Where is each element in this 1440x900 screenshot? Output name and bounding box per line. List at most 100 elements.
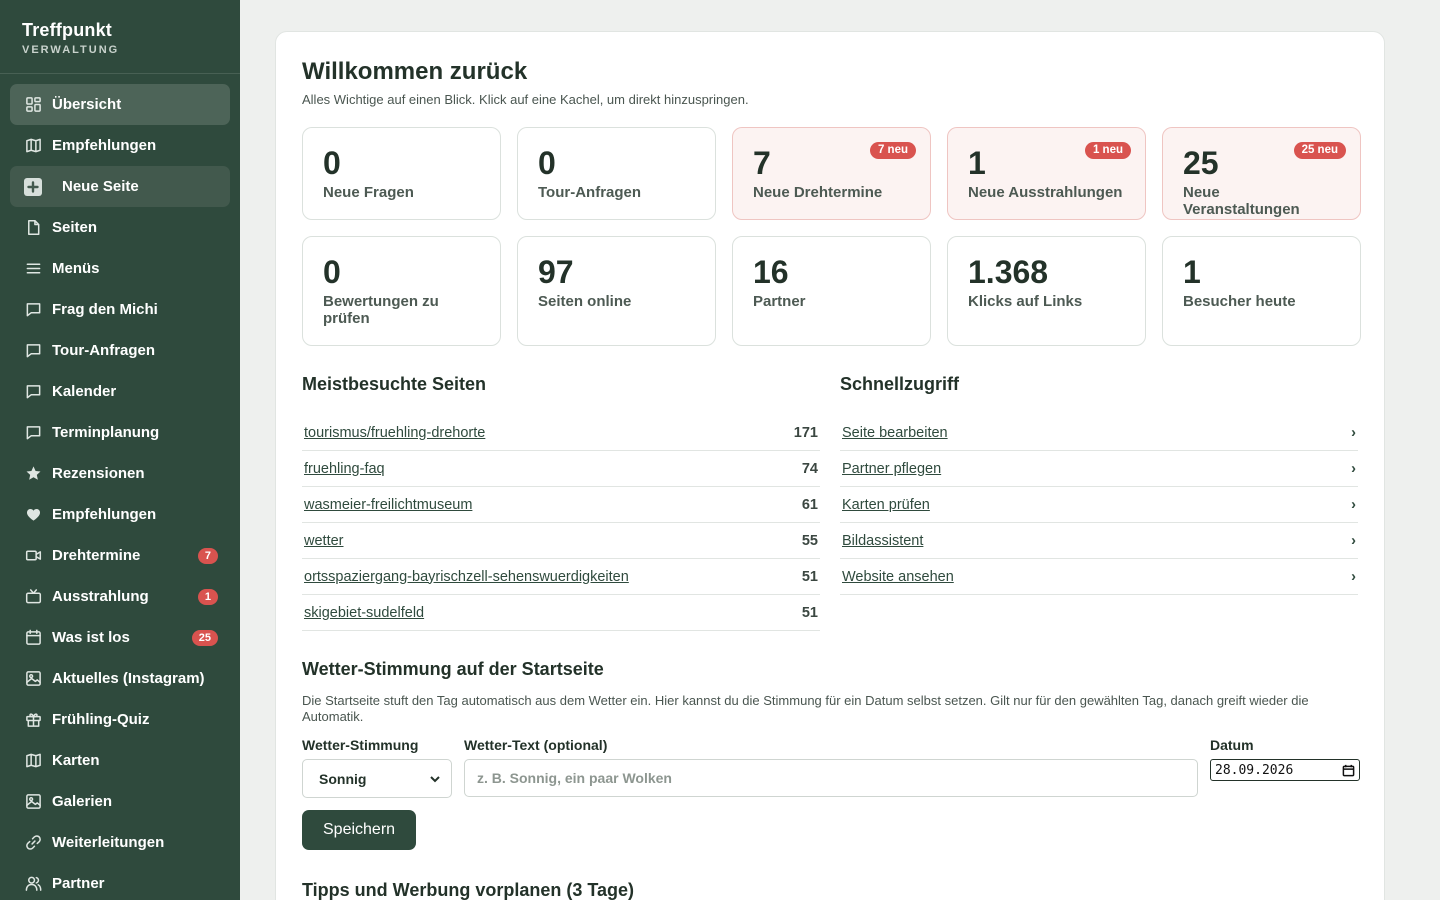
quick-access-row[interactable]: Partner pflegen › bbox=[840, 451, 1358, 487]
sidebar-item-label: Rezensionen bbox=[52, 465, 145, 482]
sidebar-item-frag-den-michi[interactable]: Frag den Michi bbox=[10, 289, 230, 330]
stat-tile-partner[interactable]: 16 Partner bbox=[732, 236, 931, 346]
sidebar-item-label: Kalender bbox=[52, 383, 117, 400]
top-page-link[interactable]: fruehling-faq bbox=[304, 461, 385, 477]
count-badge: 25 bbox=[191, 630, 218, 646]
sidebar-item-neue-seite[interactable]: Neue Seite bbox=[10, 166, 230, 207]
stat-value: 0 bbox=[323, 145, 341, 181]
top-page-link[interactable]: wetter bbox=[304, 533, 344, 549]
mood-label: Wetter-Stimmung bbox=[302, 737, 419, 753]
sidebar-item-galerien[interactable]: Galerien bbox=[10, 781, 230, 822]
sidebar-item-menus[interactable]: Menüs bbox=[10, 248, 230, 289]
chevron-right-icon: › bbox=[1351, 532, 1356, 549]
text-group: Wetter-Text (optional) z. B. Sonnig, ein… bbox=[464, 737, 1198, 797]
stat-tile-neue-drehtermine[interactable]: 7 Neue Drehtermine 7 neu bbox=[732, 127, 931, 220]
stat-label: Partner bbox=[753, 293, 806, 310]
stat-tile-tour-anfragen[interactable]: 0 Tour-Anfragen bbox=[517, 127, 716, 220]
tips-title: Tipps und Werbung vorplanen (3 Tage) bbox=[302, 880, 635, 900]
page-subtitle: Alles Wichtige auf einen Blick. Klick au… bbox=[302, 92, 749, 107]
brand-title: Treffpunkt bbox=[22, 20, 112, 40]
weather-title: Wetter-Stimmung auf der Startseite bbox=[302, 659, 604, 679]
top-page-row: ortsspaziergang-bayrischzell-sehenswuerd… bbox=[302, 559, 820, 595]
stat-tile-klicks-auf-links[interactable]: 1.368 Klicks auf Links bbox=[947, 236, 1146, 346]
sidebar-item-fruhling-quiz[interactable]: Frühling-Quiz bbox=[10, 699, 230, 740]
stat-label: Neue Ausstrahlungen bbox=[968, 184, 1123, 201]
stat-tile-neue-veranstaltungen[interactable]: 25 Neue Veranstaltungen 25 neu bbox=[1162, 127, 1361, 220]
save-button[interactable]: Speichern bbox=[302, 810, 417, 850]
top-page-link[interactable]: wasmeier-freilichtmuseum bbox=[304, 497, 472, 513]
sidebar-item-weiterleitungen[interactable]: Weiterleitungen bbox=[10, 822, 230, 863]
star-icon bbox=[24, 465, 42, 483]
weather-description: Die Startseite stuft den Tag automatisch… bbox=[302, 693, 1309, 724]
image-icon bbox=[24, 670, 42, 688]
quick-access-row[interactable]: Website ansehen › bbox=[840, 559, 1358, 595]
sidebar-item-tour-anfragen[interactable]: Tour-Anfragen bbox=[10, 330, 230, 371]
stat-tile-neue-fragen[interactable]: 0 Neue Fragen bbox=[302, 127, 501, 220]
top-page-row: tourismus/fruehling-drehorte 171 bbox=[302, 415, 820, 451]
quick-access-row[interactable]: Bildassistent › bbox=[840, 523, 1358, 559]
stat-value: 1.368 bbox=[968, 254, 1049, 290]
chevron-right-icon: › bbox=[1351, 496, 1356, 513]
date-group: Datum 28.09.2026 bbox=[1210, 737, 1360, 781]
stat-tiles: 0 Neue Fragen 0 Tour-Anfragen 7 Neue Drehterm… bbox=[302, 127, 1361, 346]
quick-access-link[interactable]: Karten prüfen bbox=[842, 497, 930, 513]
quick-access-row[interactable]: Seite bearbeiten › bbox=[840, 415, 1358, 451]
visit-count: 171 bbox=[793, 424, 818, 441]
stat-tile-neue-ausstrahlungen[interactable]: 1 Neue Ausstrahlungen 1 neu bbox=[947, 127, 1146, 220]
sidebar-item-drehtermine[interactable]: Drehtermine 7 bbox=[10, 535, 230, 576]
stat-label: Neue Veranstaltungen bbox=[1183, 184, 1300, 218]
sidebar-item-rezensionen[interactable]: Rezensionen bbox=[10, 453, 230, 494]
stat-tile-besucher-heute[interactable]: 1 Besucher heute bbox=[1162, 236, 1361, 346]
quick-access-link[interactable]: Partner pflegen bbox=[842, 461, 941, 477]
quick-access-link[interactable]: Seite bearbeiten bbox=[842, 425, 948, 441]
date-input[interactable]: 28.09.2026 bbox=[1210, 759, 1360, 781]
sidebar-item-label: Galerien bbox=[52, 793, 113, 810]
quick-access-list: Seite bearbeiten › Partner pflegen › Karten … bbox=[840, 415, 1358, 595]
page-icon bbox=[24, 219, 42, 237]
sidebar-item-label: Seiten bbox=[52, 219, 98, 236]
sidebar-item-was-ist-los[interactable]: Was ist los 25 bbox=[10, 617, 230, 658]
plus-icon bbox=[24, 177, 42, 196]
sidebar-item-karten[interactable]: Karten bbox=[10, 740, 230, 781]
sidebar-item-empfehlungen[interactable]: Empfehlungen bbox=[10, 125, 230, 166]
sidebar-item-empfehlungen[interactable]: Empfehlungen bbox=[10, 494, 230, 535]
calendar-icon bbox=[24, 629, 42, 647]
stat-tile-bewertungen-zu-prufen[interactable]: 0 Bewertungen zu prüfen bbox=[302, 236, 501, 346]
sidebar-item-label: Ausstrahlung bbox=[52, 588, 149, 605]
sidebar-item-partner[interactable]: Partner bbox=[10, 863, 230, 900]
sidebar-item-terminplanung[interactable]: Terminplanung bbox=[10, 412, 230, 453]
chat-icon bbox=[24, 342, 42, 360]
stat-label: Klicks auf Links bbox=[968, 293, 1083, 310]
users-icon bbox=[24, 875, 42, 893]
top-page-link[interactable]: tourismus/fruehling-drehorte bbox=[304, 425, 485, 441]
top-page-link[interactable]: skigebiet-sudelfeld bbox=[304, 605, 424, 621]
new-badge: 25 neu bbox=[1293, 142, 1346, 159]
quick-access-row[interactable]: Karten prüfen › bbox=[840, 487, 1358, 523]
stat-value: 97 bbox=[538, 254, 574, 290]
map-icon bbox=[24, 752, 42, 770]
quick-access-link[interactable]: Website ansehen bbox=[842, 569, 954, 585]
sidebar-item-seiten[interactable]: Seiten bbox=[10, 207, 230, 248]
visit-count: 61 bbox=[801, 496, 818, 513]
chat-icon bbox=[24, 383, 42, 401]
mood-select[interactable]: Sonnig bbox=[302, 759, 452, 798]
top-page-link[interactable]: ortsspaziergang-bayrischzell-sehenswuerd… bbox=[304, 569, 629, 585]
quick-access-link[interactable]: Bildassistent bbox=[842, 533, 923, 549]
sidebar-item-ausstrahlung[interactable]: Ausstrahlung 1 bbox=[10, 576, 230, 617]
weather-text-placeholder: z. B. Sonnig, ein paar Wolken bbox=[477, 770, 672, 786]
stat-label: Seiten online bbox=[538, 293, 632, 310]
count-badge: 1 bbox=[197, 589, 218, 605]
visit-count: 74 bbox=[801, 460, 818, 477]
quick-access-column: Schnellzugriff Seite bearbeiten › Partner … bbox=[840, 374, 1358, 631]
sidebar-item-aktuelles-instagram[interactable]: Aktuelles (Instagram) bbox=[10, 658, 230, 699]
brand-subtitle: VERWALTUNG bbox=[22, 44, 120, 56]
weather-text-input[interactable]: z. B. Sonnig, ein paar Wolken bbox=[464, 759, 1198, 797]
visit-count: 51 bbox=[801, 568, 818, 585]
stat-tile-seiten-online[interactable]: 97 Seiten online bbox=[517, 236, 716, 346]
weather-form: Wetter-Stimmung Sonnig Wetter-Text (opti… bbox=[302, 737, 1360, 798]
sidebar-item-kalender[interactable]: Kalender bbox=[10, 371, 230, 412]
sidebar-item-ubersicht[interactable]: Übersicht bbox=[10, 84, 230, 125]
map-icon bbox=[24, 137, 42, 155]
brand[interactable]: Treffpunkt VERWALTUNG bbox=[0, 0, 240, 74]
calendar-picker-icon[interactable] bbox=[1342, 764, 1355, 777]
